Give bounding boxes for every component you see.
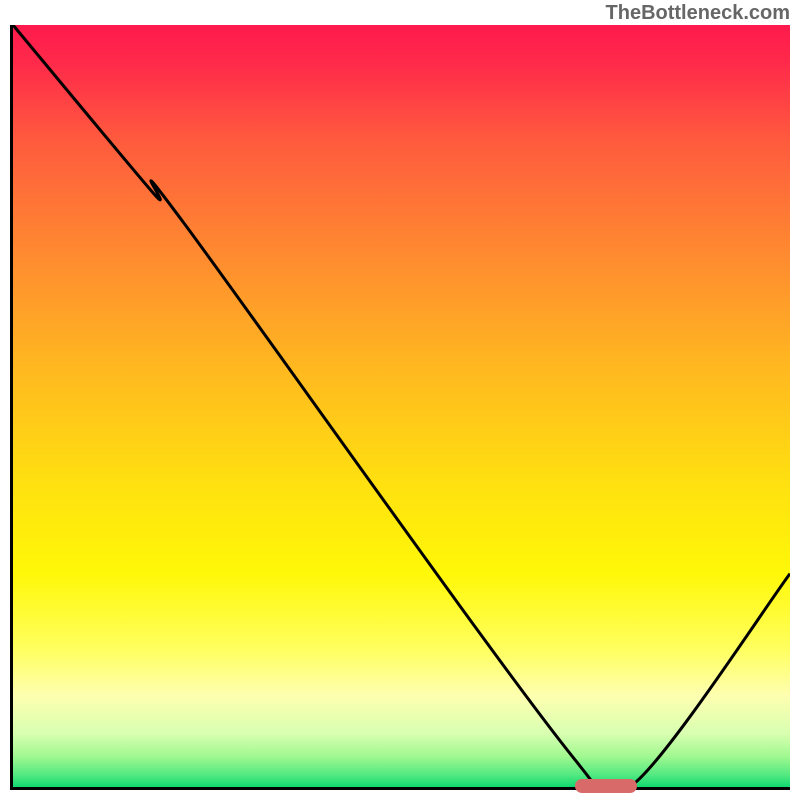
chart-plot-area [10, 25, 790, 790]
watermark-text: TheBottleneck.com [606, 2, 790, 25]
chart-curve [13, 25, 790, 787]
optimal-range-marker [575, 779, 637, 793]
